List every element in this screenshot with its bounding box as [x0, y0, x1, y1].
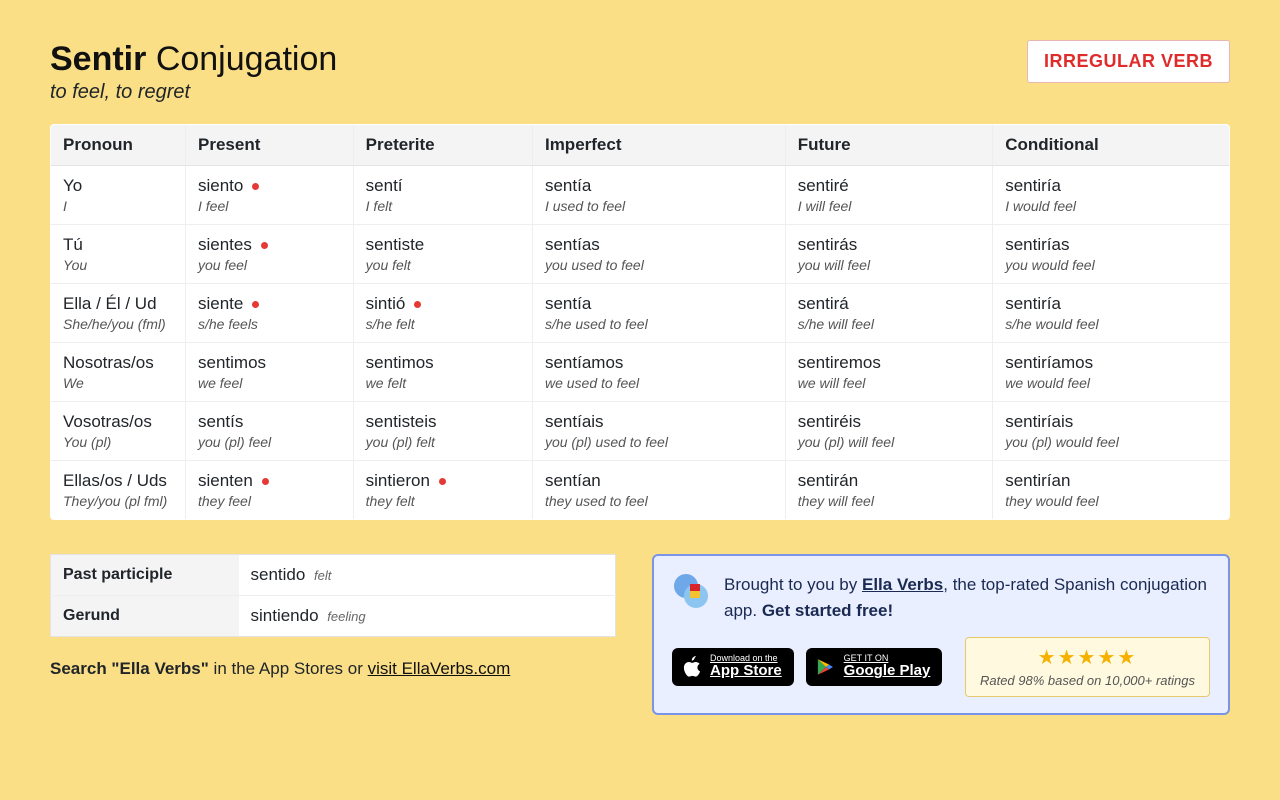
table-row: Vosotras/osYou (pl)sentís you (pl) feels…	[51, 402, 1230, 461]
participles-table: Past participlesentido feltGerundsintien…	[50, 554, 616, 637]
pronoun-cell: Ellas/os / UdsThey/you (pl fml)	[51, 461, 186, 520]
pronoun-cell: TúYou	[51, 225, 186, 284]
pronoun-cell: Nosotras/osWe	[51, 343, 186, 402]
ellaverbs-link[interactable]: visit EllaVerbs.com	[368, 659, 511, 678]
conj-cell: sentiré I will feel	[785, 166, 993, 225]
pronoun-cell: Vosotras/osYou (pl)	[51, 402, 186, 461]
conj-word: Conjugation	[156, 40, 337, 78]
conj-cell: sintieron they felt	[353, 461, 532, 520]
search-mid: in the App Stores or	[209, 659, 368, 678]
conj-cell: sentía I used to feel	[532, 166, 785, 225]
star-icons: ★★★★★	[980, 644, 1195, 672]
column-header: Present	[186, 125, 354, 166]
irregular-dot-icon	[252, 301, 259, 308]
table-row: YoIsiento I feelsentí I feltsentía I use…	[51, 166, 1230, 225]
conj-cell: sentí I felt	[353, 166, 532, 225]
participle-label: Gerund	[51, 596, 239, 637]
column-header: Pronoun	[51, 125, 186, 166]
conj-cell: sentiríamos we would feel	[993, 343, 1230, 402]
conj-cell: sentirían they would feel	[993, 461, 1230, 520]
conj-cell: sentían they used to feel	[532, 461, 785, 520]
verb-name: Sentir	[50, 40, 146, 78]
participle-label: Past participle	[51, 555, 239, 596]
conj-cell: sentirás you will feel	[785, 225, 993, 284]
pronoun-cell: Ella / Él / UdShe/he/you (fml)	[51, 284, 186, 343]
table-row: TúYousientes you feelsentiste you feltse…	[51, 225, 1230, 284]
conj-cell: sentiríais you (pl) would feel	[993, 402, 1230, 461]
conj-cell: sentíamos we used to feel	[532, 343, 785, 402]
rating-text: Rated 98% based on 10,000+ ratings	[980, 672, 1195, 690]
irregular-dot-icon	[261, 242, 268, 249]
app-store-button[interactable]: Download on the App Store	[672, 648, 794, 686]
verb-translation: to feel, to regret	[50, 81, 337, 104]
column-header: Future	[785, 125, 993, 166]
promo-ellaverbs-link[interactable]: Ella Verbs	[862, 575, 943, 594]
irregular-badge: IRREGULAR VERB	[1027, 40, 1230, 83]
irregular-dot-icon	[439, 478, 446, 485]
irregular-dot-icon	[262, 478, 269, 485]
column-header: Imperfect	[532, 125, 785, 166]
table-row: Nosotras/osWesentimos we feelsentimos we…	[51, 343, 1230, 402]
conj-cell: sentiría s/he would feel	[993, 284, 1230, 343]
promo-text: Brought to you by Ella Verbs, the top-ra…	[724, 572, 1210, 623]
page-title: Sentir Conjugation	[50, 40, 337, 79]
table-row: Ella / Él / UdShe/he/you (fml)siente s/h…	[51, 284, 1230, 343]
conj-cell: sentirá s/he will feel	[785, 284, 993, 343]
conj-cell: siente s/he feels	[186, 284, 354, 343]
rating-box: ★★★★★ Rated 98% based on 10,000+ ratings	[965, 637, 1210, 697]
conj-cell: sentimos we feel	[186, 343, 354, 402]
promo-panel: Brought to you by Ella Verbs, the top-ra…	[652, 554, 1230, 715]
google-play-button[interactable]: GET IT ON Google Play	[806, 648, 943, 686]
conj-cell: siento I feel	[186, 166, 354, 225]
conj-cell: sentiría I would feel	[993, 166, 1230, 225]
search-hint: Search "Ella Verbs" in the App Stores or…	[50, 659, 616, 679]
conj-cell: sentías you used to feel	[532, 225, 785, 284]
participle-value: sentido felt	[239, 555, 616, 596]
table-row: Ellas/os / UdsThey/you (pl fml)sienten t…	[51, 461, 1230, 520]
column-header: Conditional	[993, 125, 1230, 166]
conjugation-table: PronounPresentPreteriteImperfectFutureCo…	[50, 124, 1230, 520]
ellaverbs-logo-icon	[672, 572, 710, 610]
participle-row: Gerundsintiendo feeling	[51, 596, 616, 637]
conj-cell: sintió s/he felt	[353, 284, 532, 343]
conj-cell: sentiréis you (pl) will feel	[785, 402, 993, 461]
conj-cell: sentiste you felt	[353, 225, 532, 284]
irregular-dot-icon	[414, 301, 421, 308]
conj-cell: sienten they feel	[186, 461, 354, 520]
participle-row: Past participlesentido felt	[51, 555, 616, 596]
conj-cell: sentimos we felt	[353, 343, 532, 402]
conj-cell: sentirán they will feel	[785, 461, 993, 520]
conj-cell: sentisteis you (pl) felt	[353, 402, 532, 461]
search-prefix: Search "Ella Verbs"	[50, 659, 209, 678]
google-play-icon	[816, 656, 836, 678]
irregular-dot-icon	[252, 183, 259, 190]
conj-cell: sientes you feel	[186, 225, 354, 284]
conj-cell: sentiremos we will feel	[785, 343, 993, 402]
conj-cell: sentía s/he used to feel	[532, 284, 785, 343]
conj-cell: sentís you (pl) feel	[186, 402, 354, 461]
column-header: Preterite	[353, 125, 532, 166]
apple-icon	[682, 656, 702, 678]
conj-cell: sentirías you would feel	[993, 225, 1230, 284]
participle-value: sintiendo feeling	[239, 596, 616, 637]
conj-cell: sentíais you (pl) used to feel	[532, 402, 785, 461]
pronoun-cell: YoI	[51, 166, 186, 225]
